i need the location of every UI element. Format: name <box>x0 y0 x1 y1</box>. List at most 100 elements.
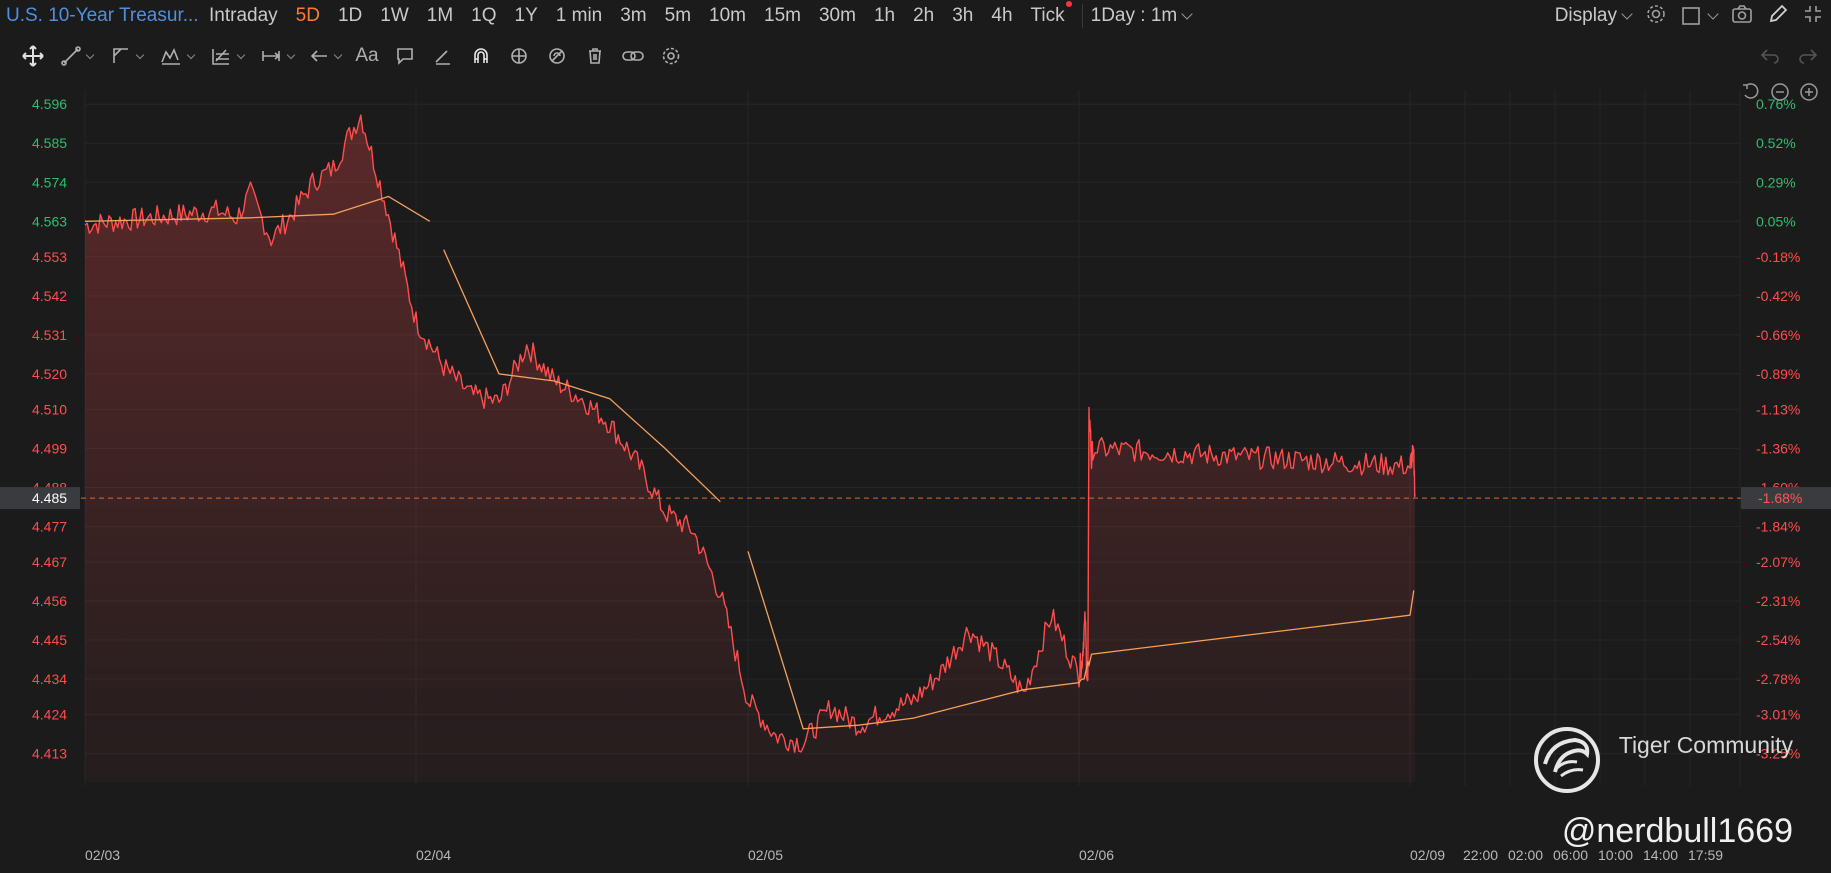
tab-period-1h[interactable]: 1h <box>865 5 904 27</box>
pct-tick-label: -0.42% <box>1756 288 1800 304</box>
watermark-user: @nerdbull1669 <box>1561 812 1793 850</box>
tab-period-5m[interactable]: 5m <box>656 5 700 27</box>
move-tool[interactable] <box>14 40 52 72</box>
line-tool[interactable] <box>52 40 102 72</box>
measure-tool-icon <box>262 51 281 61</box>
display-label: Display <box>1554 5 1617 26</box>
tab-period-30m[interactable]: 30m <box>810 5 865 27</box>
chevron-down-icon <box>135 50 145 59</box>
undo-icon <box>1760 49 1779 64</box>
tab-period-1y[interactable]: 1Y <box>506 5 547 27</box>
chevron-down-icon <box>286 50 296 59</box>
hide-tool[interactable] <box>538 40 576 72</box>
tab-period-4h[interactable]: 4h <box>982 5 1021 27</box>
y-tick-label: 4.542 <box>32 288 67 304</box>
y-tick-label: 4.553 <box>32 249 67 265</box>
y-tick-label: 4.413 <box>32 746 67 762</box>
y-tick-label: 4.467 <box>32 554 67 570</box>
y-axis-left: 4.596 4.585 4.574 4.563 4.553 4.542 4.531 4.520… <box>32 96 67 761</box>
tab-period-10m[interactable]: 10m <box>700 5 755 27</box>
drawing-toolbar: Aa <box>0 36 1831 76</box>
pct-tick-label: -1.84% <box>1756 518 1800 534</box>
undo-button[interactable] <box>1751 40 1789 72</box>
chevron-down-icon <box>1181 8 1193 20</box>
shape-tool[interactable] <box>102 40 152 72</box>
magnet-icon <box>474 48 488 63</box>
x-axis: 02/03 02/04 02/05 02/06 02/09 22:00 02:00 06:00… <box>85 847 1723 863</box>
current-pct-label: -1.68% <box>1758 490 1802 506</box>
chevron-down-icon <box>1707 8 1719 20</box>
shape-tool-icon <box>113 48 128 63</box>
ticker-title[interactable]: U.S. 10-Year Treasur... <box>6 5 206 27</box>
link-tool[interactable] <box>614 40 652 72</box>
y-axis-right: 0.76%0.52%0.29%0.05%-0.18%-0.42%-0.66%-0… <box>1756 96 1800 761</box>
notification-dot <box>1065 1 1072 7</box>
tab-period-tick[interactable]: Tick <box>1022 1 1074 27</box>
pct-tick-label: 0.29% <box>1756 174 1796 190</box>
interval-dropdown[interactable]: 1Day : 1m <box>1090 5 1193 27</box>
x-day-label: 02/06 <box>1079 847 1114 863</box>
tab-period-1-min[interactable]: 1 min <box>547 5 611 27</box>
comment-tool[interactable] <box>386 40 424 72</box>
tab-period-3h[interactable]: 3h <box>943 5 982 27</box>
lock-tool[interactable] <box>500 40 538 72</box>
y-tick-label: 4.563 <box>32 213 67 229</box>
tab-period-intraday[interactable]: Intraday <box>200 5 287 27</box>
y-tick-label: 4.574 <box>32 174 67 190</box>
arrow-tool[interactable] <box>302 40 348 72</box>
pct-tick-label: 0.05% <box>1756 213 1796 229</box>
display-dropdown[interactable]: Display <box>1554 5 1633 27</box>
top-right-controls: Display <box>1555 0 1823 32</box>
tab-period-1w[interactable]: 1W <box>371 5 418 27</box>
link-icon <box>622 51 644 61</box>
pattern-tool[interactable] <box>152 40 202 72</box>
chevron-down-icon <box>333 50 343 59</box>
eraser-tool[interactable] <box>424 40 462 72</box>
pct-tick-label: 0.52% <box>1756 135 1796 151</box>
y-tick-label: 4.456 <box>32 593 67 609</box>
y-tick-label: 4.434 <box>32 671 67 687</box>
y-tick-label: 4.445 <box>32 632 67 648</box>
fib-tool[interactable] <box>202 40 252 72</box>
arrow-tool-icon <box>310 50 327 62</box>
layout-dropdown[interactable] <box>1681 6 1719 26</box>
measure-tool[interactable] <box>252 40 302 72</box>
separator <box>1081 4 1083 28</box>
comment-tool-icon <box>397 48 413 65</box>
tab-period-5d[interactable]: 5D <box>287 5 329 27</box>
tab-period-1d[interactable]: 1D <box>329 5 371 27</box>
lock-icon <box>511 48 527 64</box>
x-time-label: 22:00 <box>1463 847 1498 863</box>
camera-icon[interactable] <box>1731 4 1753 29</box>
y-tick-label: 4.585 <box>32 135 67 151</box>
current-price-label: 4.485 <box>32 490 67 506</box>
tab-period-1m[interactable]: 1M <box>418 5 462 27</box>
text-tool-icon: Aa <box>355 45 379 66</box>
magnet-tool[interactable] <box>462 40 500 72</box>
pct-tick-label: -3.01% <box>1756 707 1800 723</box>
redo-button[interactable] <box>1789 40 1827 72</box>
interval-label: 1Day : 1m <box>1090 5 1178 26</box>
move-icon <box>22 45 44 67</box>
tab-period-15m[interactable]: 15m <box>755 5 810 27</box>
y-tick-label: 4.520 <box>32 366 67 382</box>
y-tick-label: 4.596 <box>32 96 67 112</box>
zoom-in-icon[interactable] <box>1800 83 1818 101</box>
y-tick-label: 4.424 <box>32 707 67 723</box>
watermark-community: Tiger Community <box>1618 732 1793 758</box>
tab-period-1q[interactable]: 1Q <box>462 5 505 27</box>
settings-icon[interactable] <box>1645 3 1667 30</box>
gear-tool[interactable] <box>652 40 690 72</box>
x-day-label: 02/09 <box>1410 847 1445 863</box>
fullscreen-icon[interactable] <box>1803 4 1823 29</box>
period-tabs: Intraday 5D 1D 1W 1M 1Q 1Y 1 min 3m 5m 10m 15m 30m 1h… <box>200 1 1074 27</box>
text-tool[interactable]: Aa <box>348 40 386 72</box>
tab-period-2h[interactable]: 2h <box>904 5 943 27</box>
reset-icon[interactable] <box>1743 83 1759 99</box>
trash-tool[interactable] <box>576 40 614 72</box>
chevron-down-icon <box>1621 8 1633 20</box>
pencil-icon[interactable] <box>1767 3 1789 30</box>
y-tick-label: 4.477 <box>32 518 67 534</box>
pct-tick-label: -0.66% <box>1756 327 1800 343</box>
tab-period-3m[interactable]: 3m <box>611 5 655 27</box>
